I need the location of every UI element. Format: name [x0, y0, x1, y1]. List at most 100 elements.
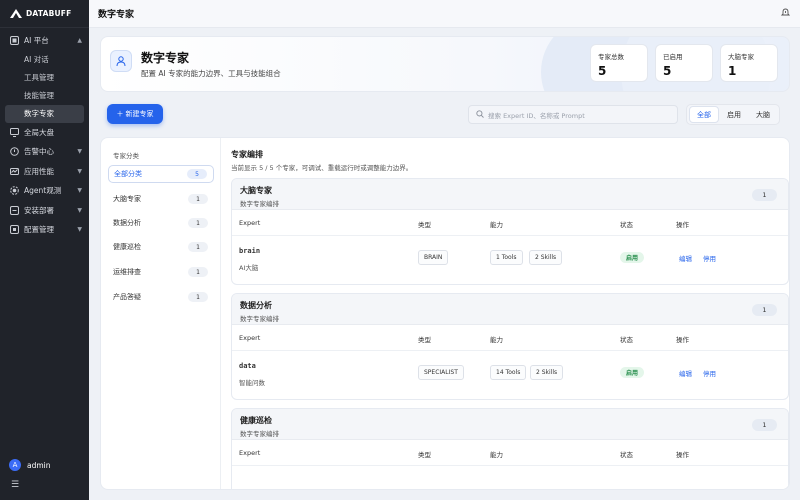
expert-name: AI大脑	[239, 264, 259, 272]
group-name: 大脑专家	[240, 186, 272, 195]
content-title: 专家编排	[231, 150, 263, 159]
deploy-icon	[10, 205, 19, 215]
group-header[interactable]: 健康巡检 数字专家编排 1	[232, 409, 788, 440]
notification-icon[interactable]	[780, 8, 791, 20]
search-icon	[476, 109, 484, 120]
category-label: 数据分析	[113, 219, 141, 227]
category-item-health[interactable]: 健康巡检 1	[108, 238, 214, 256]
category-item-data[interactable]: 数据分析 1	[108, 214, 214, 232]
filter-enabled[interactable]: 启用	[720, 106, 748, 123]
agent-icon	[10, 186, 19, 196]
category-label: 健康巡检	[113, 243, 141, 251]
table-header: Expert 类型 能力 状态 操作	[232, 210, 788, 236]
sidebar-item-label: 配置管理	[24, 225, 54, 235]
sidebar-item-config[interactable]: 配置管理 ▼	[0, 220, 89, 240]
edit-link[interactable]: 编辑	[679, 253, 692, 263]
type-tag: BRAIN	[418, 250, 449, 265]
category-label: 产品答疑	[113, 293, 141, 301]
category-item-ops[interactable]: 运维排查 1	[108, 263, 214, 281]
category-title: 专家分类	[113, 152, 139, 160]
sidebar-item-agent[interactable]: Agent观测 ▼	[0, 181, 89, 201]
search-placeholder: 搜索 Expert ID、名称或 Prompt	[488, 111, 585, 120]
stat-value: 5	[663, 64, 672, 78]
ai-platform-icon	[10, 36, 19, 46]
chevron-down-icon: ▼	[77, 167, 82, 175]
edit-link[interactable]: 编辑	[679, 368, 692, 378]
tools-tag: 1 Tools	[490, 250, 523, 265]
disable-link[interactable]: 停用	[703, 253, 716, 263]
sidebar-subitem-tools[interactable]: 工具管理	[0, 69, 89, 87]
new-expert-button[interactable]: ＋ 新建专家	[107, 104, 163, 124]
column-actions: 操作	[676, 221, 689, 229]
category-item-product[interactable]: 产品答疑 1	[108, 288, 214, 306]
expert-group-health: 健康巡检 数字专家编排 1 Expert 类型 能力 状态 操作	[231, 408, 789, 489]
category-label: 全部分类	[114, 170, 142, 178]
group-header[interactable]: 大脑专家 数字专家编排 1	[232, 179, 788, 210]
brand-logo[interactable]: DATABUFF	[0, 0, 89, 28]
sidebar: DATABUFF AI 平台 ▲ AI 对话 工具管理 技能管理 数字专家 全局…	[0, 0, 89, 500]
sidebar-item-label: 告警中心	[24, 147, 54, 157]
sidebar-item-ai-platform[interactable]: AI 平台 ▲	[0, 31, 89, 51]
sidebar-item-dashboard[interactable]: 全局大盘	[0, 123, 89, 143]
group-subtitle: 数字专家编排	[240, 200, 279, 208]
user-expert-icon	[110, 50, 132, 72]
sidebar-item-label: Agent观测	[24, 186, 62, 196]
filter-all[interactable]: 全部	[689, 106, 719, 123]
tools-tag: 14 Tools	[490, 365, 527, 380]
sidebar-item-alarm[interactable]: 告警中心 ▼	[0, 142, 89, 162]
category-count: 1	[188, 267, 208, 277]
table-header: Expert 类型 能力 状态 操作	[232, 325, 788, 351]
column-capability: 能力	[490, 221, 503, 229]
table-row[interactable]: brain AI大脑 BRAIN 1 Tools 2 Skills 启用 编辑 …	[232, 236, 788, 284]
category-count: 1	[188, 292, 208, 302]
sidebar-subitem-ai-chat[interactable]: AI 对话	[0, 51, 89, 69]
header-card: 数字专家 配置 AI 专家的能力边界、工具与技能组合 专家总数 5 已启用 5 …	[100, 36, 790, 92]
filter-segmented-control: 全部 启用 大脑	[686, 104, 780, 125]
sidebar-item-label: AI 平台	[24, 36, 49, 46]
group-header[interactable]: 数据分析 数字专家编排 1	[232, 294, 788, 325]
status-badge: 启用	[620, 367, 645, 378]
sidebar-item-deploy[interactable]: 安装部署 ▼	[0, 201, 89, 221]
stat-label: 已启用	[663, 53, 683, 61]
sidebar-subitem-experts[interactable]: 数字专家	[5, 104, 84, 123]
group-name: 数据分析	[240, 301, 272, 310]
table-header: Expert 类型 能力 状态 操作	[232, 440, 788, 466]
stat-value: 5	[598, 64, 607, 78]
column-status: 状态	[620, 221, 633, 229]
sidebar-item-label: 安装部署	[24, 205, 54, 215]
user-profile[interactable]: A admin	[9, 459, 51, 471]
group-count: 1	[752, 189, 777, 201]
search-input[interactable]: 搜索 Expert ID、名称或 Prompt	[468, 105, 678, 124]
sidebar-subitem-skills[interactable]: 技能管理	[0, 87, 89, 105]
disable-link[interactable]: 停用	[703, 368, 716, 378]
column-expert: Expert	[239, 334, 261, 342]
category-count: 1	[188, 218, 208, 228]
column-capability: 能力	[490, 336, 503, 344]
group-subtitle: 数字专家编排	[240, 315, 279, 323]
apm-icon	[10, 167, 19, 176]
group-subtitle: 数字专家编排	[240, 430, 279, 438]
sidebar-item-label: 应用性能	[24, 166, 54, 176]
column-type: 类型	[418, 451, 431, 459]
status-badge: 启用	[620, 252, 645, 263]
sidebar-item-apm[interactable]: 应用性能 ▼	[0, 162, 89, 182]
category-list: 专家分类 全部分类 5 大脑专家 1 数据分析 1 健康巡检 1 运维排查 1 …	[101, 138, 221, 489]
content-description: 当前显示 5 / 5 个专家，可调试、重载运行时或调整能力边界。	[231, 164, 413, 172]
filter-brain[interactable]: 大脑	[749, 106, 777, 123]
chevron-down-icon: ▼	[77, 206, 82, 214]
chevron-down-icon: ▼	[77, 226, 82, 234]
table-row[interactable]: data 智能问数 SPECIALIST 14 Tools 2 Skills 启…	[232, 351, 788, 399]
category-item-brain[interactable]: 大脑专家 1	[108, 190, 214, 208]
column-actions: 操作	[676, 336, 689, 344]
stat-value: 1	[728, 64, 737, 78]
topbar: 数字专家	[89, 0, 800, 28]
category-item-all[interactable]: 全部分类 5	[108, 165, 214, 183]
collapse-menu-icon[interactable]: ☰	[11, 480, 21, 490]
category-label: 大脑专家	[113, 195, 141, 203]
user-name: admin	[27, 460, 51, 470]
group-count: 1	[752, 419, 777, 431]
column-actions: 操作	[676, 451, 689, 459]
databuff-logo-icon	[10, 9, 22, 18]
category-label: 运维排查	[113, 268, 141, 276]
stat-label: 大脑专家	[728, 53, 754, 61]
